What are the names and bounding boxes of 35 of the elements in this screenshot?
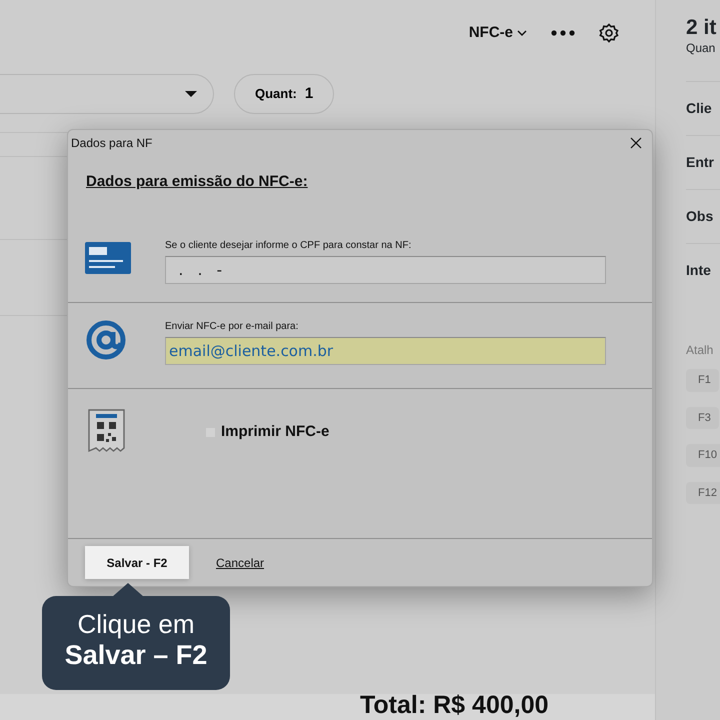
shortcut-key: F12: [686, 482, 720, 504]
item-count: 2 it: [686, 16, 718, 40]
email-field[interactable]: email@cliente.com.br: [165, 337, 606, 365]
section-link[interactable]: Entr: [686, 152, 714, 174]
cancel-link[interactable]: Cancelar: [216, 554, 264, 572]
field-label: Enviar NFC-e por e-mail para:: [165, 320, 300, 334]
section-link[interactable]: Clie: [686, 98, 712, 120]
dialog-heading: Dados para emissão do NFC-e:: [86, 172, 308, 192]
shortcut-key: F10: [686, 444, 720, 467]
cpf-field[interactable]: . . -: [165, 256, 606, 284]
quantity-field[interactable]: Quant: 1: [234, 74, 334, 114]
id-card-icon: [85, 242, 131, 274]
tooltip-text: Salvar – F2: [64, 640, 208, 672]
dialog-title: Dados para NF: [71, 135, 152, 152]
shortcuts-title: Atalh: [686, 342, 714, 360]
more-icon[interactable]: [551, 30, 575, 36]
checkbox-label: Imprimir NFC-e: [221, 422, 330, 442]
total-amount: Total: R$ 400,00: [360, 693, 549, 718]
caret-icon: [185, 91, 197, 97]
section-link[interactable]: Inte: [686, 260, 711, 282]
save-button[interactable]: Salvar - F2: [85, 546, 189, 579]
receipt-qr-icon: [88, 409, 125, 453]
quantity-caption: Quan: [686, 40, 716, 58]
at-sign-icon: [85, 319, 127, 361]
tooltip-text: Clique em: [76, 609, 196, 640]
settings-icon[interactable]: [599, 23, 619, 43]
close-button[interactable]: [628, 135, 644, 151]
shortcut-key: F1: [686, 369, 719, 392]
document-type-dropdown[interactable]: NFC-e: [468, 22, 527, 44]
close-icon: [630, 137, 642, 149]
shortcut-key: F3: [686, 406, 719, 430]
product-select-field[interactable]: [0, 74, 214, 114]
field-label: Se o cliente desejar informe o CPF para constar na NF:: [165, 239, 412, 253]
section-link[interactable]: Obs: [686, 206, 714, 228]
chevron-down-icon: [517, 29, 527, 37]
